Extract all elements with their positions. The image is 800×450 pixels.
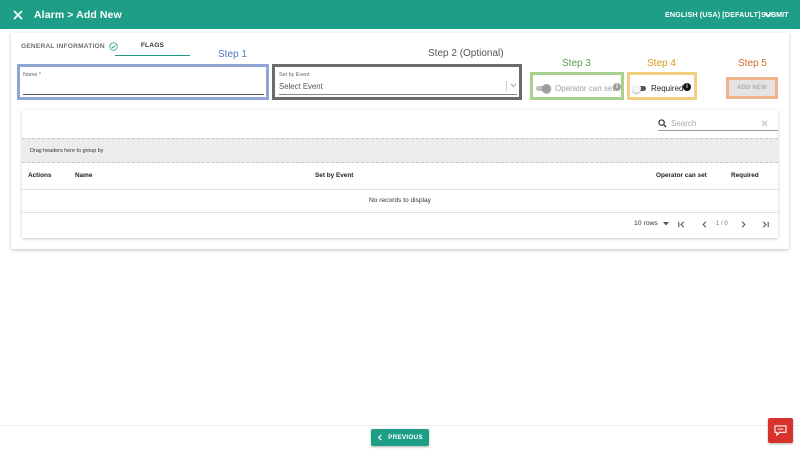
caret-down-icon bbox=[663, 222, 669, 226]
info-icon[interactable]: i bbox=[683, 83, 691, 91]
tab-flags-label: FLAGS bbox=[141, 42, 164, 49]
next-page-icon[interactable] bbox=[739, 220, 748, 229]
footer-divider bbox=[22, 212, 778, 213]
name-field-label: Name * bbox=[23, 72, 41, 78]
name-field[interactable]: Name * bbox=[23, 69, 264, 95]
column-header-set-by-event[interactable]: Set by Event bbox=[315, 172, 353, 179]
clear-icon[interactable] bbox=[761, 120, 768, 127]
column-header-name[interactable]: Name bbox=[75, 172, 92, 179]
chevron-left-icon bbox=[377, 434, 383, 441]
submit-button[interactable]: SUBMIT bbox=[761, 0, 789, 29]
column-header-required[interactable]: Required bbox=[731, 172, 759, 179]
header-divider bbox=[22, 189, 778, 190]
search-input[interactable]: Search bbox=[658, 118, 778, 131]
toggle-knob bbox=[542, 84, 551, 93]
required-label: Required bbox=[651, 84, 683, 93]
operator-can-set-label: Operator can set bbox=[555, 84, 615, 93]
set-by-event-label: Set by Event bbox=[279, 72, 310, 78]
step-2-label: Step 2 (Optional) bbox=[428, 48, 504, 59]
step-3-label: Step 3 bbox=[562, 58, 591, 69]
previous-button[interactable]: PREVIOUS bbox=[371, 429, 429, 446]
chevron-down-icon[interactable] bbox=[510, 83, 517, 88]
page-title: Alarm > Add New bbox=[34, 9, 122, 21]
column-header-operator-can-set[interactable]: Operator can set bbox=[656, 172, 707, 179]
set-by-event-select[interactable]: Set by Event Select Event bbox=[279, 69, 517, 95]
toggle-knob bbox=[632, 84, 641, 93]
info-icon[interactable]: i bbox=[613, 83, 621, 91]
language-label: ENGLISH (USA) [DEFAULT] bbox=[665, 10, 761, 19]
search-icon bbox=[658, 119, 667, 128]
add-new-button[interactable]: ADD NEW bbox=[729, 80, 775, 96]
first-page-icon[interactable] bbox=[677, 220, 686, 229]
search-placeholder: Search bbox=[671, 119, 696, 128]
empty-message: No records to display bbox=[22, 197, 778, 204]
rows-per-page-select[interactable]: 10 rows bbox=[634, 220, 669, 227]
step-5-label: Step 5 bbox=[738, 58, 767, 69]
tab-general-information-label: GENERAL INFORMATION bbox=[21, 43, 105, 50]
previous-label: PREVIOUS bbox=[388, 434, 423, 441]
set-by-event-value: Select Event bbox=[279, 82, 323, 91]
group-by-area[interactable]: Drag headers here to group by bbox=[22, 138, 778, 163]
step-4-label: Step 4 bbox=[647, 58, 676, 69]
rows-per-page-value: 10 rows bbox=[634, 220, 658, 227]
chat-button[interactable] bbox=[768, 418, 793, 443]
last-page-icon[interactable] bbox=[761, 220, 770, 229]
language-selector[interactable]: ENGLISH (USA) [DEFAULT] bbox=[665, 0, 772, 29]
select-separator bbox=[506, 81, 507, 91]
previous-page-icon[interactable] bbox=[700, 220, 709, 229]
step-1-label: Step 1 bbox=[218, 49, 247, 60]
tab-general-information[interactable]: GENERAL INFORMATION bbox=[21, 36, 118, 56]
column-header-actions[interactable]: Actions bbox=[28, 172, 51, 179]
chat-icon bbox=[774, 425, 787, 436]
app-bar: Alarm > Add New ENGLISH (USA) [DEFAULT] … bbox=[0, 0, 800, 29]
flags-grid: Search Drag headers here to group by Act… bbox=[22, 110, 778, 238]
group-by-hint: Drag headers here to group by bbox=[30, 148, 103, 154]
close-icon[interactable] bbox=[12, 9, 24, 21]
page-info: 1 / 0 bbox=[716, 221, 728, 227]
tab-flags[interactable]: FLAGS bbox=[115, 36, 190, 56]
